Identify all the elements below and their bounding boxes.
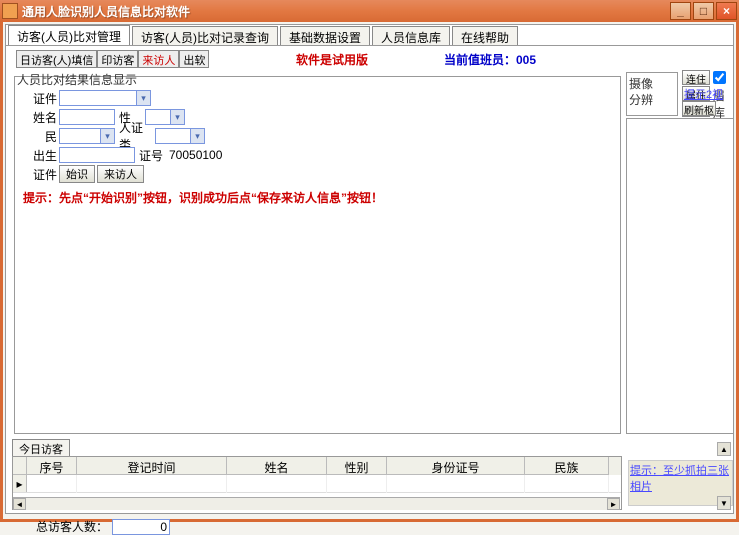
preview-panel [626, 118, 734, 434]
tab-compare-query[interactable]: 访客(人员)比对记录查询 [132, 26, 278, 45]
subtab-exit[interactable]: 出软 [179, 50, 209, 68]
connect-button[interactable]: 连住 [682, 70, 710, 85]
app-icon [2, 3, 18, 19]
col-sex[interactable]: 性别 [327, 457, 387, 475]
grid-row-indicator-header [13, 457, 27, 475]
camera-groupbox: 摄像 分辨 [626, 72, 678, 116]
idnum-value: 70050100 [169, 148, 222, 162]
scroll-down-icon[interactable]: ▼ [717, 496, 731, 510]
tab-basic-data[interactable]: 基础数据设置 [280, 26, 370, 45]
hint-text: 提示：先点“开始识别”按钮，识别成功后点“保存来访人信息”按钮！ [23, 189, 614, 206]
main-panel: 日访客(人)填信 印访客 来访人 出软 软件是试用版 当前值班员：005 人员比… [5, 46, 734, 514]
result-groupbox: 人员比对结果信息显示 证件 ▾ 姓名 性 ▾ 民 ▾ 人证类 ▾ [14, 76, 621, 434]
subtab-incoming-visitor[interactable]: 来访人 [138, 50, 179, 68]
window-title: 通用人脸识别人员信息比对软件 [22, 3, 668, 20]
scroll-up-icon[interactable]: ▲ [717, 442, 731, 456]
subtab-daily-visitor[interactable]: 日访客(人)填信 [16, 50, 97, 68]
chevron-down-icon: ▾ [170, 110, 184, 124]
name-input[interactable] [59, 109, 115, 125]
idnum-label: 证号 [139, 147, 167, 164]
scroll-left-icon[interactable]: ◄ [13, 498, 26, 510]
tab-compare-manage[interactable]: 访客(人员)比对管理 [8, 25, 130, 45]
birth-label: 出生 [21, 147, 57, 164]
camera-label: 摄像 [629, 75, 675, 91]
chevron-down-icon: ▾ [190, 129, 204, 143]
refresh-button[interactable]: 刷新枢 [682, 101, 716, 116]
form-area: 证件 ▾ 姓名 性 ▾ 民 ▾ 人证类 ▾ 出生 [15, 77, 620, 210]
total-count: 0 [112, 519, 170, 535]
facebase-check-input[interactable] [713, 71, 726, 84]
grid-row[interactable]: ▸ [13, 475, 621, 493]
scroll-right-icon[interactable]: ► [607, 498, 620, 510]
grid-header: 序号 登记时间 姓名 性别 身份证号 民族 [13, 457, 621, 475]
grid-hscrollbar[interactable]: ◄ ► [13, 497, 620, 510]
window-body: 访客(人员)比对管理 访客(人员)比对记录查询 基础数据设置 人员信息库 在线帮… [0, 22, 739, 522]
cert-select[interactable]: ▾ [59, 90, 151, 106]
total-label: 总访客人数： [36, 518, 108, 535]
chevron-down-icon: ▾ [136, 91, 150, 105]
operator-label: 当前值班员：005 [444, 51, 536, 68]
tab-person-db[interactable]: 人员信息库 [372, 26, 450, 45]
chevron-down-icon: ▾ [100, 129, 114, 143]
col-nation[interactable]: 民族 [525, 457, 609, 475]
sub-tabstrip: 日访客(人)填信 印访客 来访人 出软 [16, 50, 209, 68]
row-pointer-icon: ▸ [13, 475, 27, 492]
tab-help[interactable]: 在线帮助 [452, 26, 518, 45]
visitor-button[interactable]: 来访人 [97, 165, 144, 183]
main-tabstrip: 访客(人员)比对管理 访客(人员)比对记录查询 基础数据设置 人员信息库 在线帮… [5, 24, 734, 46]
scroll-track[interactable] [26, 498, 607, 510]
col-time[interactable]: 登记时间 [77, 457, 227, 475]
col-name[interactable]: 姓名 [227, 457, 327, 475]
cert2-label: 证件 [21, 166, 57, 183]
titlebar: 通用人脸识别人员信息比对软件 _ □ × [0, 0, 739, 22]
birth-input[interactable] [59, 147, 135, 163]
result-group-title: 人员比对结果信息显示 [17, 71, 137, 88]
nation-select[interactable]: ▾ [59, 128, 115, 144]
subtab-print-visitor[interactable]: 印访客 [97, 50, 138, 68]
cert-label: 证件 [21, 90, 57, 107]
trial-label: 软件是试用版 [296, 51, 368, 68]
name-label: 姓名 [21, 109, 57, 126]
idtype-select[interactable]: ▾ [155, 128, 205, 144]
minimize-button[interactable]: _ [670, 2, 691, 20]
col-id[interactable]: 序号 [27, 457, 77, 475]
col-idnum[interactable]: 身份证号 [387, 457, 525, 475]
right-vscrollbar[interactable]: ▲ ▼ [717, 442, 731, 512]
total-row: 总访客人数： 0 [36, 518, 170, 535]
resolution-label: 分辨 [629, 91, 675, 107]
close-button[interactable]: × [716, 2, 737, 20]
start-recognize-button[interactable]: 始识 [59, 165, 95, 183]
nation-label: 民 [21, 128, 57, 145]
maximize-button[interactable]: □ [693, 2, 714, 20]
